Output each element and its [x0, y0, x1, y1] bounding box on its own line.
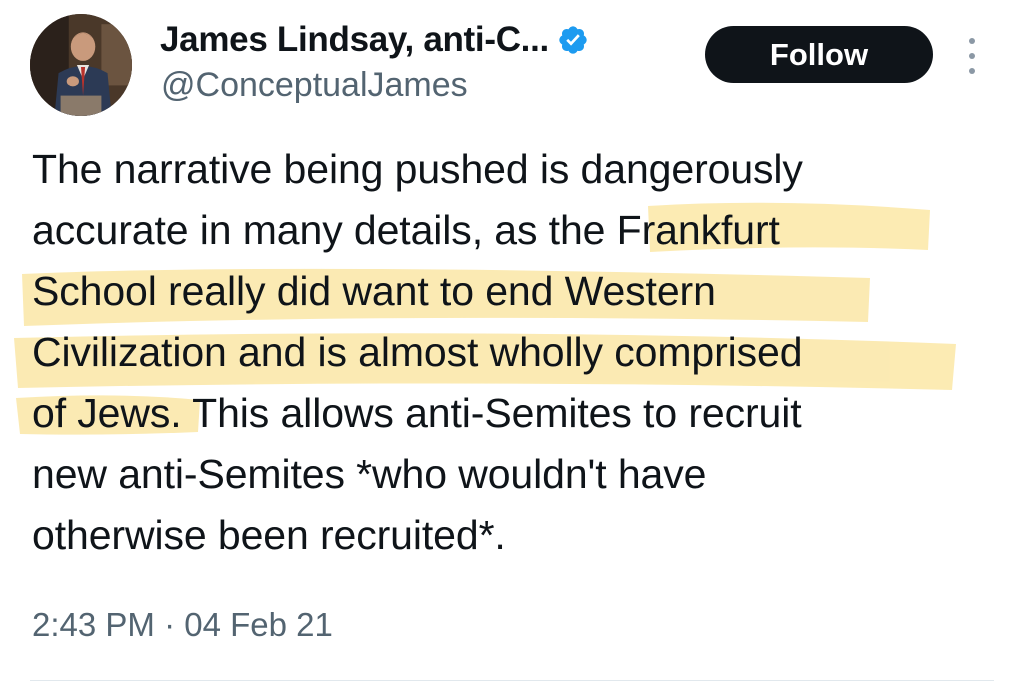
tweet-text-line: of Jews. This allows anti-Semites to rec…: [32, 390, 802, 436]
more-options-icon[interactable]: [962, 38, 982, 74]
verified-badge-icon: [559, 26, 587, 54]
tweet-text-line: otherwise been recruited*.: [32, 512, 506, 558]
tweet-text-line: Civilization and is almost wholly compri…: [32, 329, 803, 375]
tweet-text-line: The narrative being pushed is dangerousl…: [32, 146, 803, 192]
author-name-row: James Lindsay, anti-C...: [160, 20, 589, 60]
author-display-name[interactable]: James Lindsay, anti-C...: [160, 20, 549, 60]
author-handle[interactable]: @ConceptualJames: [161, 66, 468, 105]
avatar-image: [30, 14, 132, 116]
tweet-text-line: School really did want to end Western: [32, 268, 716, 314]
more-dot: [969, 68, 975, 74]
divider: [30, 680, 994, 681]
more-dot: [969, 38, 975, 44]
tweet-text-line: accurate in many details, as the Frankfu…: [32, 207, 780, 253]
tweet-card: James Lindsay, anti-C... @ConceptualJame…: [0, 0, 1024, 688]
tweet-text-line: new anti-Semites *who wouldn't have: [32, 451, 707, 497]
tweet-timestamp[interactable]: 2:43 PM · 04 Feb 21: [32, 606, 333, 644]
tweet-text: The narrative being pushed is dangerousl…: [32, 139, 992, 566]
more-dot: [969, 53, 975, 59]
follow-button[interactable]: Follow: [705, 26, 933, 83]
avatar[interactable]: [30, 14, 132, 116]
